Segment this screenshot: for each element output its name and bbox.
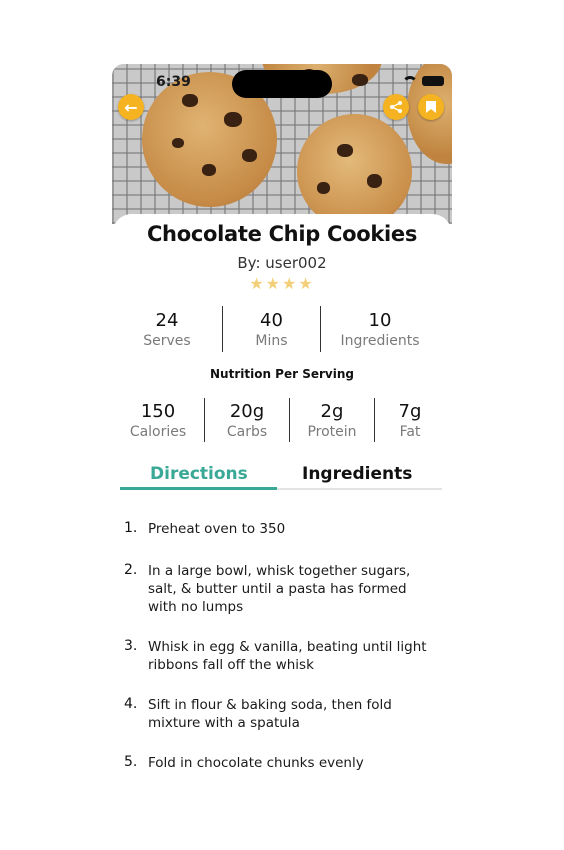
bookmark-icon xyxy=(426,101,436,113)
step-number: 1. xyxy=(124,520,138,536)
step-text: Sift in flour & baking soda, then fold m… xyxy=(148,697,392,731)
stat-label: Serves xyxy=(143,332,191,349)
bookmark-button[interactable] xyxy=(418,94,444,120)
tab-directions[interactable]: Directions xyxy=(150,464,248,484)
nutrition-stats: 150 Calories 20g Carbs 2g Protein 7g Fat xyxy=(112,398,452,442)
step-text: In a large bowl, whisk together sugars, … xyxy=(148,563,411,615)
stat-serves: 24 Serves xyxy=(112,306,222,352)
recipe-details-sheet: Chocolate Chip Cookies By: user002 ★★★★ … xyxy=(112,214,452,786)
stat-value: 10 xyxy=(368,309,392,331)
step-text: Fold in chocolate chunks evenly xyxy=(148,755,364,771)
nutrition-label: Protein xyxy=(307,423,357,440)
stat-ingredients: 10 Ingredients xyxy=(321,306,439,352)
direction-step: 4. Sift in flour & baking soda, then fol… xyxy=(124,696,434,732)
recipe-author: By: user002 xyxy=(237,254,327,272)
nutrition-value: 7g xyxy=(398,400,422,422)
nutrition-value: 150 xyxy=(140,400,176,422)
direction-step: 3. Whisk in egg & vanilla, beating until… xyxy=(124,638,434,674)
camera-notch xyxy=(232,70,332,98)
battery-icon xyxy=(422,76,444,86)
nutrition-label: Carbs xyxy=(226,423,268,440)
rating-stars: ★★★★ xyxy=(249,274,315,293)
back-button[interactable]: ← xyxy=(118,94,144,120)
nutrition-calories: 150 Calories xyxy=(112,398,204,442)
recipe-stats: 24 Serves 40 Mins 10 Ingredients xyxy=(112,306,452,352)
back-arrow-icon: ← xyxy=(124,97,138,117)
nutrition-carbs: 20g Carbs xyxy=(205,398,289,442)
nutrition-fat: 7g Fat xyxy=(375,398,445,442)
nutrition-heading: Nutrition Per Serving xyxy=(210,367,354,381)
stat-value: 24 xyxy=(155,309,179,331)
nutrition-label: Fat xyxy=(399,423,421,440)
tab-ingredients[interactable]: Ingredients xyxy=(302,464,412,484)
recipe-title: Chocolate Chip Cookies xyxy=(146,222,418,246)
direction-step: 5. Fold in chocolate chunks evenly xyxy=(124,754,434,772)
status-icons xyxy=(402,76,444,86)
stat-mins: 40 Mins xyxy=(223,306,320,352)
share-icon xyxy=(390,101,402,113)
nutrition-label: Calories xyxy=(129,423,187,440)
step-number: 5. xyxy=(124,754,138,770)
step-text: Whisk in egg & vanilla, beating until li… xyxy=(148,639,427,673)
nutrition-value: 20g xyxy=(229,400,265,422)
nutrition-protein: 2g Protein xyxy=(290,398,374,442)
step-number: 3. xyxy=(124,638,138,654)
wifi-icon xyxy=(402,76,418,86)
stat-label: Mins xyxy=(255,332,288,349)
phone-screen: 6:39 ← Chocolate Chip Cookies By: user00… xyxy=(112,64,452,786)
step-text: Preheat oven to 350 xyxy=(148,521,286,537)
nutrition-value: 2g xyxy=(320,400,344,422)
stat-value: 40 xyxy=(260,309,283,331)
tab-active-indicator xyxy=(120,487,277,490)
step-number: 4. xyxy=(124,696,138,712)
step-number: 2. xyxy=(124,562,138,578)
direction-step: 1. Preheat oven to 350 xyxy=(124,520,434,538)
status-time: 6:39 xyxy=(156,74,191,90)
share-button[interactable] xyxy=(383,94,409,120)
stat-label: Ingredients xyxy=(340,332,420,349)
direction-step: 2. In a large bowl, whisk together sugar… xyxy=(124,562,434,616)
recipe-tabs: Directions Ingredients xyxy=(120,464,442,494)
